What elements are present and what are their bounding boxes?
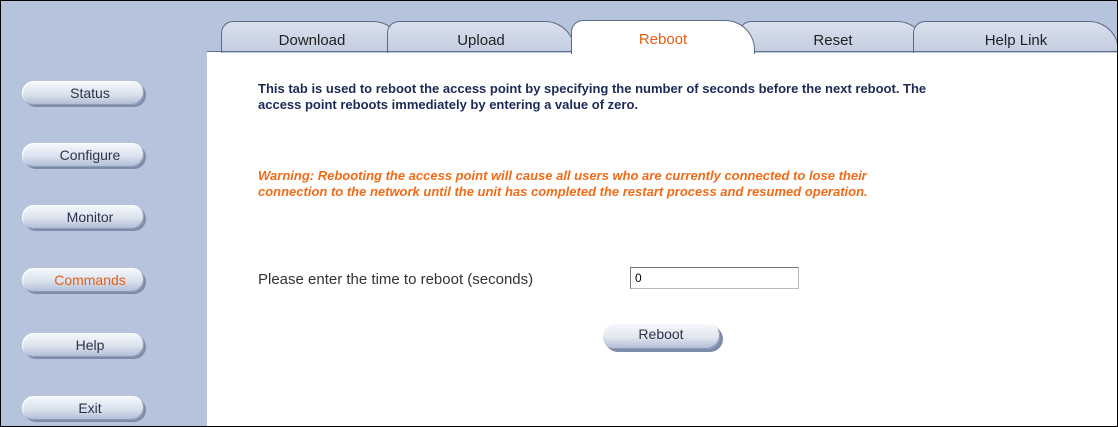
reboot-button[interactable]: Reboot (602, 323, 720, 349)
sidebar: Status Configure Monitor Commands Help E… (1, 1, 207, 426)
app-frame: Status Configure Monitor Commands Help E… (0, 0, 1118, 427)
tab-reboot[interactable]: Reboot (571, 20, 755, 54)
reboot-warning: Warning: Rebooting the access point will… (258, 168, 868, 199)
nav-help-button[interactable]: Help (22, 333, 144, 357)
nav-commands-button[interactable]: Commands (22, 268, 144, 292)
tab-help-link[interactable]: Help Link (913, 21, 1117, 53)
tab-download[interactable]: Download (221, 21, 403, 53)
reboot-description: This tab is used to reboot the access po… (258, 81, 927, 112)
nav-monitor-button[interactable]: Monitor (22, 205, 144, 229)
tab-strip: Download Upload Reset Help Link Reboot (207, 1, 1117, 54)
nav-configure-button[interactable]: Configure (22, 143, 144, 167)
nav-status-button[interactable]: Status (22, 81, 144, 105)
nav-exit-button[interactable]: Exit (22, 396, 144, 420)
tab-upload[interactable]: Upload (387, 21, 575, 53)
tab-reset[interactable]: Reset (739, 21, 927, 53)
reboot-time-input[interactable] (630, 267, 799, 289)
reboot-time-label: Please enter the time to reboot (seconds… (258, 271, 534, 288)
